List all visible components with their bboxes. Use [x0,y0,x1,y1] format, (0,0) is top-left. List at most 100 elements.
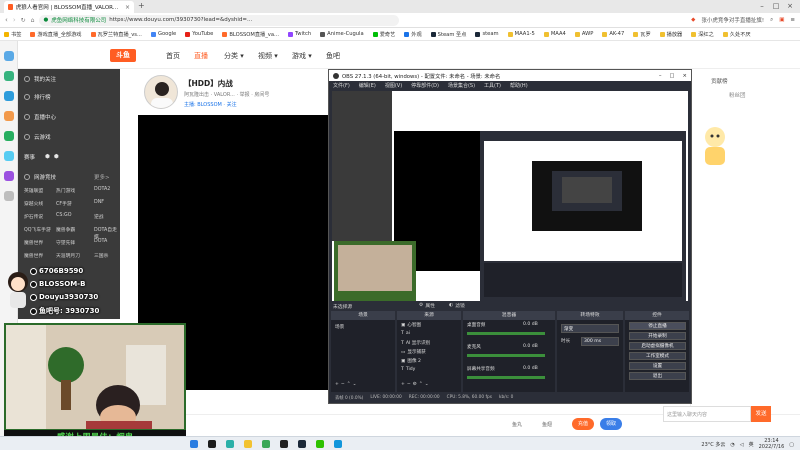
transition-select[interactable]: 渐变 [561,324,619,333]
bookmark-item[interactable]: steam [475,31,499,37]
address-input[interactable]: ● 虎鱼网络科技有限公司 https://www.douyu.com/39307… [39,14,400,26]
category-link[interactable]: QQ飞车手游 [24,226,51,233]
category-link[interactable]: CS:GO [56,213,72,218]
obs-menu-view[interactable]: 视图(V) [385,82,402,89]
obs-menu-help[interactable]: 帮助(H) [510,82,528,89]
bookmark-item[interactable]: 深红之 [691,31,714,38]
close-window-icon[interactable]: × [784,1,796,12]
obs-properties-button[interactable]: ⚙ 属性 [419,302,435,309]
category-link[interactable]: 天涯明月刀 [56,252,80,259]
obs-menu-docks[interactable]: 停靠部件(D) [411,82,439,89]
rail-chat-icon[interactable] [4,131,14,141]
send-button[interactable]: 发送 [751,406,771,422]
claim-button[interactable]: 领取 [600,418,622,430]
forward-icon[interactable]: › [13,16,16,24]
source-item[interactable]: T Tidy [401,367,415,372]
category-link[interactable]: 英雄联盟 [24,187,43,194]
category-link[interactable]: 热门游戏 [56,187,75,194]
sidebar-item-rank[interactable]: 排行榜 [24,93,51,101]
bookmark-item[interactable]: BLOSSOM直播_va... [222,31,279,38]
nav-fishbar[interactable]: 鱼吧 [326,51,340,61]
bookmark-item[interactable]: Google [150,31,176,37]
bookmark-item[interactable]: 瓦罗 [633,31,651,38]
bookmark-item[interactable]: 瓦罗兰特直播_vs... [90,31,142,38]
contribution-rank[interactable]: 贡献榜 [711,77,728,85]
input-language[interactable]: 英 [749,441,754,448]
nav-game[interactable]: 游戏 ▾ [292,51,312,61]
sidebar-section-netgames[interactable]: 网游竞技 更多> [24,173,110,181]
mixer-volume-slider[interactable] [467,376,545,379]
exit-button[interactable]: 退出 [629,372,686,380]
studio-mode-button[interactable]: 工作室模式 [629,352,686,360]
obs-preview[interactable] [332,91,688,301]
weather[interactable]: 23°C 多云 [701,441,725,448]
bookmark-item[interactable]: AK-47 [602,31,624,37]
source-item[interactable]: ▣ 心智图 [401,322,421,329]
obs-close-icon[interactable]: × [683,73,687,79]
file-explorer-icon[interactable] [244,440,252,448]
chrome-icon[interactable] [262,440,270,448]
clock[interactable]: 23:14 2022/7/16 [759,438,785,450]
minimize-icon[interactable]: – [756,1,768,12]
obs-menu-scenes[interactable]: 场景集合(S) [448,82,475,89]
obs-menu-edit[interactable]: 编辑(E) [359,82,376,89]
nav-live[interactable]: 直播 [194,51,208,61]
source-item[interactable]: ▣ 图像 2 [401,358,421,365]
search-icon[interactable] [208,440,216,448]
obs-minimize-icon[interactable]: – [659,73,662,79]
obs-filters-button[interactable]: ◐ 滤镜 [449,302,465,309]
qq-icon[interactable] [334,440,342,448]
rail-more-icon[interactable] [4,191,14,201]
edge-icon[interactable] [226,440,234,448]
bookmark-item[interactable]: MAA4 [543,31,566,37]
back-icon[interactable]: ‹ [5,16,8,24]
category-link[interactable]: 三国杀 [94,252,108,259]
obs-maximize-icon[interactable]: □ [670,73,675,79]
fans-tab[interactable]: 粉丝团 [729,91,746,99]
notification-icon[interactable]: ▢ [789,442,794,448]
maximize-icon[interactable]: □ [770,1,782,12]
category-link[interactable]: 穿越火线 [24,200,43,207]
category-link[interactable]: DNF [94,200,104,205]
network-icon[interactable]: ◔ [730,442,734,448]
home-icon[interactable]: ⌂ [31,17,35,24]
bookmark-item[interactable]: 播放器 [659,31,682,38]
bookmark-item[interactable]: 久处不厌 [722,31,751,38]
rail-mail-icon[interactable] [4,111,14,121]
bookmark-item[interactable]: Twitch [288,31,311,37]
virtual-camera-button[interactable]: 启动虚拟摄像机 [629,342,686,350]
volume-icon[interactable]: ◁ [740,442,744,448]
category-link[interactable]: 守望先锋 [56,239,75,246]
move-up-icon[interactable]: ⌃ [347,382,351,387]
category-link[interactable]: 炉石传说 [24,213,43,220]
room-category[interactable]: 主播: BLOSSOM · 关注 [184,101,237,108]
obs-taskbar-icon[interactable] [280,440,288,448]
sidebar-item-follow[interactable]: 我的关注 [24,75,56,83]
gear-icon[interactable]: ⚙ [413,382,417,387]
add-icon[interactable]: + [401,382,405,387]
fish-ball-count[interactable]: 鱼丸 [512,421,522,428]
bookmark-item[interactable]: 爱奇艺 [372,31,395,38]
nav-category[interactable]: 分类 ▾ [224,51,244,61]
bookmark-item[interactable]: YouTube [185,31,213,37]
category-link[interactable]: 魔兽世界 [24,252,43,259]
sidebar-item-cloud-game[interactable]: 云游戏 [24,133,51,141]
nav-video[interactable]: 视频 ▾ [258,51,278,61]
remove-icon[interactable]: − [341,382,345,387]
add-icon[interactable]: + [335,382,339,387]
category-link[interactable]: DOTA2 [94,187,110,192]
browser-tab-active[interactable]: 虎狼人看官网 | BLOSSOM直播_VALORANT直播 - 斗鱼 × [4,1,134,13]
source-item[interactable]: T AI 显示识别 [401,340,430,347]
source-item[interactable]: ▭ 显示捕获 [401,349,426,356]
scene-item[interactable]: 场景 [335,324,344,330]
mixer-volume-slider[interactable] [467,354,545,357]
move-down-icon[interactable]: ⌄ [353,382,357,387]
nav-home[interactable]: 首页 [166,51,180,61]
recharge-button[interactable]: 充值 [572,418,594,430]
obs-menu-file[interactable]: 文件(F) [333,82,350,89]
reload-icon[interactable]: ↻ [21,17,26,24]
menu-icon[interactable]: ≡ [790,17,795,23]
category-link[interactable]: CF手游 [56,200,72,207]
category-link[interactable]: 魔兽争霸 [56,226,75,233]
close-tab-icon[interactable]: × [125,4,130,11]
